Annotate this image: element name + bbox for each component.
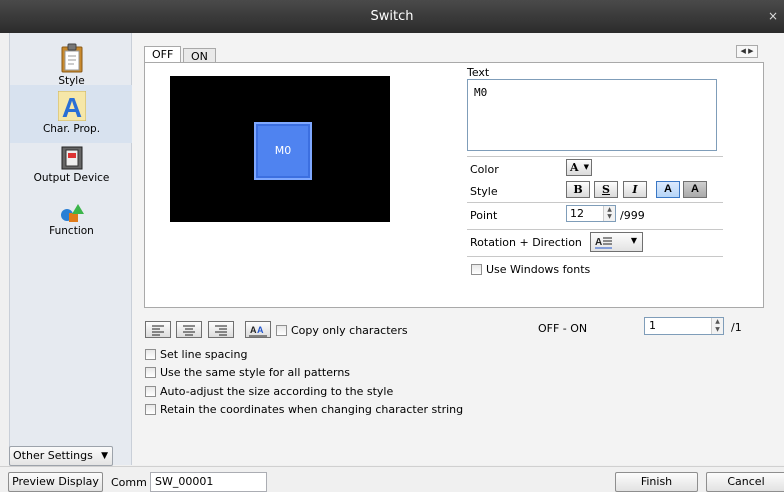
divider	[467, 229, 723, 230]
copy-only-characters-label: Copy only characters	[291, 324, 408, 337]
normal-text-button[interactable]: A	[656, 181, 680, 198]
bold-button[interactable]: B	[566, 181, 590, 198]
color-label: Color	[470, 163, 499, 176]
point-input[interactable]: 12 ▲ ▼	[566, 205, 616, 222]
clipboard-icon	[61, 43, 82, 73]
align-left-button[interactable]	[145, 321, 171, 338]
divider	[467, 256, 723, 257]
svg-text:A: A	[61, 92, 81, 121]
sidebar-item-label: Style	[58, 75, 85, 87]
other-settings-label: Other Settings	[13, 449, 93, 462]
spin-up-icon[interactable]: ▲	[711, 318, 723, 326]
sidebar-item-style[interactable]: Style	[10, 43, 133, 87]
preview-display-button[interactable]: Preview Display	[8, 472, 103, 492]
text-input[interactable]: M0	[467, 79, 717, 151]
color-picker-button[interactable]: A ▼	[566, 159, 592, 176]
offon-input[interactable]: 1 ▲ ▼	[644, 317, 724, 335]
title-bar: Switch	[0, 0, 784, 33]
dropdown-arrow-icon: ▼	[630, 236, 637, 245]
text-label: Text	[467, 66, 490, 79]
sidebar: Style A Char. Prop. Output Device Functi…	[9, 33, 133, 465]
option-label: Set line spacing	[160, 348, 248, 361]
comm-label: Comm	[111, 476, 147, 489]
svg-text:A: A	[257, 325, 264, 335]
option-label: Retain the coordinates when changing cha…	[160, 403, 464, 416]
spin-down-icon[interactable]: ▼	[603, 213, 615, 221]
tab-scroll-arrows[interactable]: ◀ ▶	[736, 45, 758, 58]
divider	[467, 156, 723, 157]
align-center-icon	[183, 325, 195, 336]
auto-adjust-checkbox[interactable]	[145, 386, 156, 397]
align-right-icon	[215, 325, 227, 336]
comm-input[interactable]: SW_00001	[150, 472, 267, 492]
chevron-down-icon: ▼	[101, 451, 108, 461]
same-style-checkbox[interactable]	[145, 367, 156, 378]
sidebar-item-output-device[interactable]: Output Device	[10, 146, 133, 184]
divider	[467, 202, 723, 203]
other-settings-button[interactable]: Other Settings ▼	[9, 446, 113, 466]
close-icon[interactable]: ×	[768, 0, 778, 33]
window-title: Switch	[370, 9, 414, 24]
align-left-icon	[152, 325, 164, 336]
text-spacing-icon: AA	[249, 325, 267, 337]
tab-off[interactable]: OFF	[144, 46, 182, 63]
option-label: Auto-adjust the size according to the st…	[160, 385, 394, 398]
offon-value: 1	[649, 319, 656, 332]
lamp-device-icon	[61, 146, 82, 170]
point-label: Point	[470, 209, 498, 222]
spin-down-icon[interactable]: ▼	[711, 326, 723, 334]
align-center-button[interactable]	[176, 321, 202, 338]
text-direction-icon: A	[595, 237, 612, 249]
copy-only-characters-checkbox[interactable]	[276, 325, 287, 336]
finish-button[interactable]: Finish	[615, 472, 698, 492]
rotation-label: Rotation + Direction	[470, 236, 582, 249]
sidebar-item-char-prop[interactable]: A Char. Prop.	[10, 91, 133, 135]
option-label: Use the same style for all patterns	[160, 366, 351, 379]
sidebar-item-function[interactable]: Function	[10, 203, 133, 237]
offon-total: /1	[731, 321, 742, 334]
italic-button[interactable]: I	[623, 181, 647, 198]
style-label: Style	[470, 185, 498, 198]
sidebar-item-label: Function	[49, 225, 94, 237]
offon-label: OFF - ON	[538, 322, 588, 335]
use-windows-fonts-label: Use Windows fonts	[486, 263, 591, 276]
dropdown-arrow-icon: ▼	[583, 163, 589, 171]
preview-switch-button[interactable]: M0	[254, 122, 312, 180]
use-windows-fonts-checkbox[interactable]	[471, 264, 482, 275]
sidebar-item-label: Char. Prop.	[42, 123, 101, 135]
sidebar-item-label: Output Device	[33, 172, 110, 184]
retain-coordinates-checkbox[interactable]	[145, 404, 156, 415]
point-max: /999	[620, 209, 645, 222]
letter-a-icon: A	[57, 91, 86, 121]
cancel-button[interactable]: Cancel	[706, 472, 784, 492]
set-line-spacing-checkbox[interactable]	[145, 349, 156, 360]
outline-text-button[interactable]: A	[683, 181, 707, 198]
tab-on[interactable]: ON	[183, 48, 216, 63]
point-value: 12	[570, 207, 584, 220]
rotation-direction-dropdown[interactable]: A ▼	[590, 232, 643, 252]
color-value: A	[570, 161, 579, 174]
shapes-icon	[60, 204, 84, 222]
align-right-button[interactable]	[208, 321, 234, 338]
svg-text:A: A	[595, 237, 602, 248]
text-format-button[interactable]: AA	[245, 321, 271, 338]
svg-text:A: A	[250, 325, 257, 335]
shadow-button[interactable]: S	[594, 181, 618, 198]
